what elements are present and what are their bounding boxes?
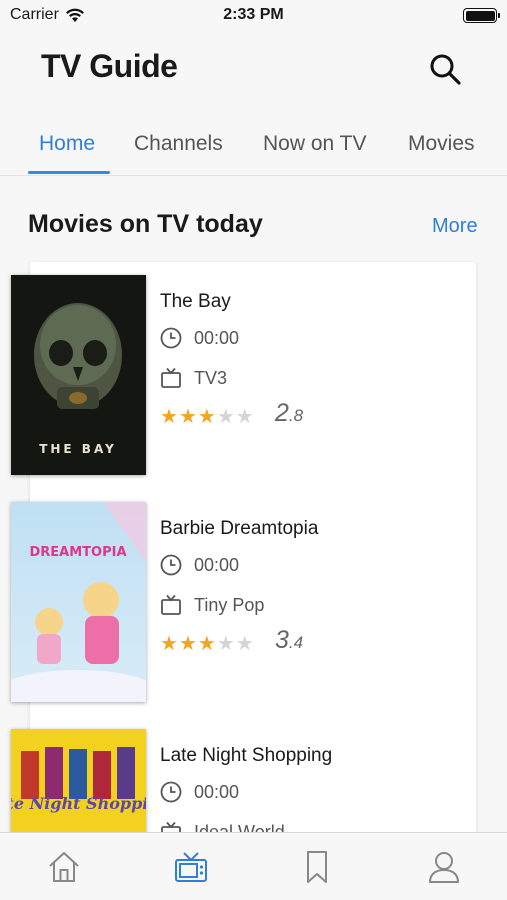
movie-title[interactable]: Barbie Dreamtopia [160,518,318,540]
rating-int: 2 [275,399,289,427]
star-icon: ★ [160,633,178,655]
movie-channel: Tiny Pop [160,594,264,616]
clock-icon [160,554,182,576]
rating-stars: ★ ★ ★ ★ ★ [160,407,254,427]
rating-value: 3.4 [275,626,303,655]
movie-time: 00:00 [160,781,239,803]
movie-list-item[interactable]: DREAMTOPIA Barbie Dreamtopia 00:00 Tiny … [0,502,507,702]
tab-channels[interactable]: Channels [134,132,223,156]
tab-bar: Home Channels Now on TV Movies [0,118,507,176]
star-icon: ★ [178,406,197,428]
star-icon: ★ [216,406,235,428]
movie-time-label: 00:00 [194,327,240,348]
movie-time: 00:00 [160,327,239,349]
poster-title: Late Night Shopping [11,794,146,813]
movie-poster[interactable]: DREAMTOPIA [11,502,146,702]
star-icon: ★ [160,406,178,428]
movie-list-item[interactable]: THE BAY The Bay 00:00 TV3 ★ ★ ★ ★ ★ 2.8 [0,275,507,475]
clock-icon [160,327,182,349]
poster-title: THE BAY [39,442,117,456]
star-icon: ★ [235,406,254,428]
clock-icon [160,781,182,803]
star-icon: ★ [235,633,254,655]
tv-icon [161,594,181,615]
movie-channel-label: TV3 [194,367,228,388]
tab-movies[interactable]: Movies [408,132,475,156]
rating-value: 2.8 [275,399,303,428]
bottom-nav [0,832,507,900]
movie-channel: TV3 [160,367,227,389]
status-bar: Carrier 2:33 PM [0,0,507,32]
home-icon[interactable] [46,849,82,885]
section-title: Movies on TV today [28,210,263,238]
more-link[interactable]: More [432,215,478,238]
star-icon: ★ [197,633,216,655]
star-icon: ★ [178,633,197,655]
status-time: 2:33 PM [223,6,284,23]
profile-icon[interactable] [426,849,462,885]
tv-icon [161,367,181,388]
movie-time-label: 00:00 [194,554,240,575]
active-tab-indicator [28,171,110,174]
tab-home[interactable]: Home [39,132,95,156]
bookmark-icon[interactable] [299,849,335,885]
rating-dec: .8 [288,406,304,425]
movie-time: 00:00 [160,554,239,576]
app-title: TV Guide [41,48,178,84]
battery-icon [463,8,500,23]
rating-stars: ★ ★ ★ ★ ★ [160,634,254,654]
star-icon: ★ [197,406,216,428]
search-icon[interactable] [428,52,462,86]
tv-icon[interactable] [173,849,209,885]
rating-int: 3 [275,626,289,654]
star-icon: ★ [216,633,235,655]
movie-poster[interactable]: THE BAY [11,275,146,475]
movie-channel-label: Tiny Pop [194,594,265,615]
rating-dec: .4 [288,633,304,652]
movie-title[interactable]: The Bay [160,291,231,313]
poster-title: DREAMTOPIA [29,545,126,560]
tab-now-on-tv[interactable]: Now on TV [263,132,367,156]
movie-time-label: 00:00 [194,781,240,802]
movie-title[interactable]: Late Night Shopping [160,745,332,767]
